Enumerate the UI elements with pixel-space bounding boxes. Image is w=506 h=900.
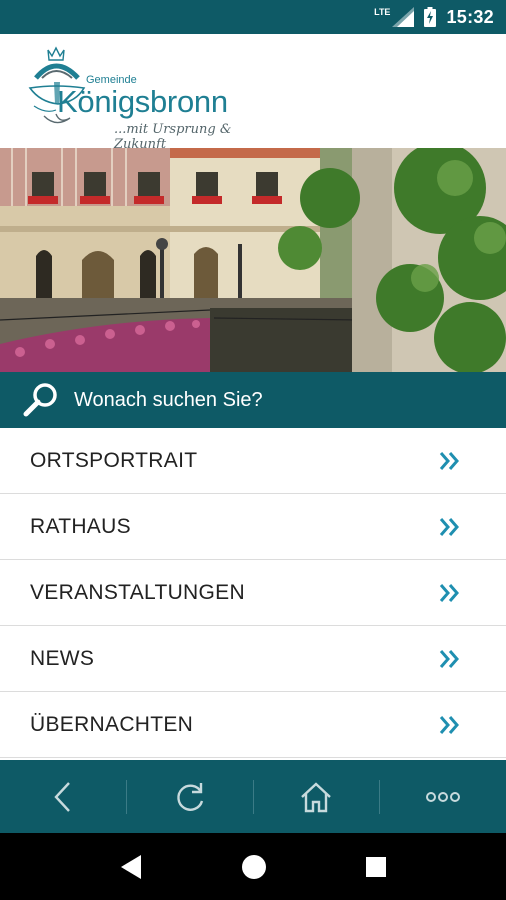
nav-back-icon[interactable] <box>119 854 143 880</box>
clock: 15:32 <box>446 6 494 27</box>
menu-item-label: RATHAUS <box>30 514 131 538</box>
more-icon <box>426 791 461 802</box>
menu-item-label: ÜBERNACHTEN <box>30 712 194 736</box>
back-icon <box>54 781 70 812</box>
home-icon <box>301 781 332 812</box>
system-nav-bar <box>0 833 506 900</box>
search-bar[interactable]: Wonach suchen Sie? <box>0 372 506 428</box>
app-header: Gemeinde Königsbronn ...mit Ursprung & Z… <box>0 34 506 152</box>
network-type: LTE <box>374 7 391 17</box>
home-button[interactable] <box>254 760 380 833</box>
reload-icon <box>176 782 203 811</box>
double-chevron-right-icon <box>439 517 459 536</box>
menu-item-label: NEWS <box>30 646 95 670</box>
reload-button[interactable] <box>127 760 253 833</box>
status-bar: LTE 15:32 <box>0 0 506 34</box>
double-chevron-right-icon <box>439 583 459 602</box>
nav-home-icon[interactable] <box>241 854 267 880</box>
double-chevron-right-icon <box>439 715 459 734</box>
search-icon <box>23 383 57 417</box>
hero-image <box>0 148 506 372</box>
double-chevron-right-icon <box>439 451 459 470</box>
logo-name: Königsbronn <box>57 84 228 119</box>
lte-signal-icon <box>392 7 415 27</box>
more-button[interactable] <box>380 760 506 833</box>
menu-item-label: ORTSPORTRAIT <box>30 448 198 472</box>
search-input[interactable]: Wonach suchen Sie? <box>74 389 263 412</box>
menu-item-veranstaltungen[interactable]: VERANSTALTUNGEN <box>0 560 506 626</box>
menu-item-news[interactable]: NEWS <box>0 626 506 692</box>
menu-item-rathaus[interactable]: RATHAUS <box>0 494 506 560</box>
battery-charging-icon <box>424 7 437 27</box>
town-hall-photo <box>0 148 506 372</box>
menu-item-uebernachten[interactable]: ÜBERNACHTEN <box>0 692 506 758</box>
back-button[interactable] <box>0 760 126 833</box>
nav-recents-icon[interactable] <box>365 856 387 878</box>
menu-item-ortsportrait[interactable]: ORTSPORTRAIT <box>0 428 506 494</box>
municipality-logo[interactable]: Gemeinde Königsbronn ...mit Ursprung & Z… <box>26 44 276 152</box>
bottom-toolbar <box>0 760 506 833</box>
main-menu: ORTSPORTRAIT RATHAUS VERANSTALTUNGEN NEW… <box>0 428 506 758</box>
menu-item-label: VERANSTALTUNGEN <box>30 580 245 604</box>
double-chevron-right-icon <box>439 649 459 668</box>
